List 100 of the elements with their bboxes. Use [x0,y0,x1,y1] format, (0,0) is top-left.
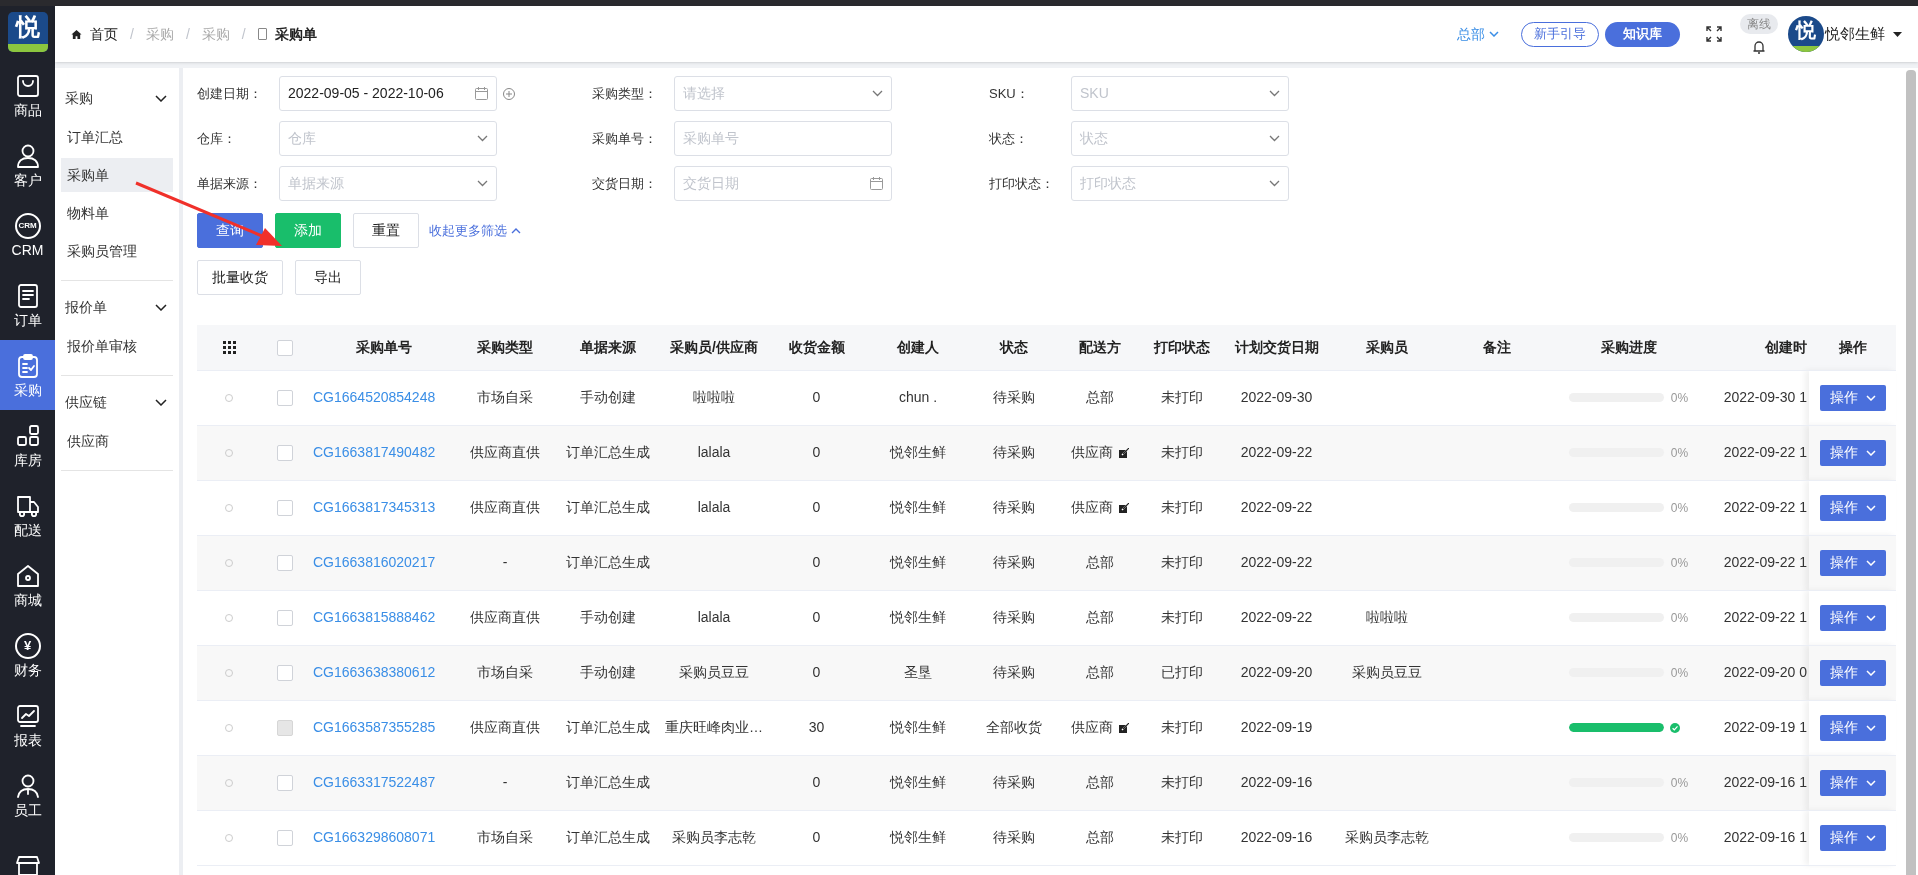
action-dropdown-button[interactable]: 操作 [1819,769,1886,796]
table-cell: 2022-09-19 1 [1723,719,1807,735]
breadcrumb-link[interactable]: 采购 [145,23,174,45]
date-range-field[interactable]: 2022-09-05 - 2022-10-06 [279,76,497,111]
nav-item[interactable]: CRM CRM [0,200,55,270]
table-cell: 2022-09-22 [1224,590,1329,645]
menu-item[interactable]: 采购单 [61,158,173,192]
checkbox[interactable] [277,390,293,407]
chevron-down-icon [1269,180,1280,187]
nav-item[interactable]: 报表 [0,690,55,760]
fullscreen-icon[interactable] [1706,26,1722,42]
column-header: 收货金额 [764,325,869,370]
nav-item[interactable]: 订单 [0,270,55,340]
breadcrumb-link[interactable]: 采购 [201,23,230,45]
chevron-down-icon [1865,779,1876,786]
action-dropdown-button[interactable]: 操作 [1819,549,1886,576]
action-dropdown-button[interactable]: 操作 [1819,824,1886,851]
checkbox[interactable] [277,500,293,517]
filter-label: 打印状态： [989,174,1055,193]
action-button[interactable]: 批量收货 [197,260,283,295]
table-cell: 圣垦 [869,645,967,700]
table-cell: 2022-09-22 [1224,535,1329,590]
nav-item[interactable]: 客户 [0,130,55,200]
table-cell-text: 总部 [1086,663,1114,682]
chevron-down-icon [1865,559,1876,566]
filter-label: 交货日期： [592,174,658,193]
chevron-down-icon [872,90,883,97]
order-link[interactable]: CG1663817345313 [313,499,436,515]
menu-item[interactable]: 订单汇总 [61,120,173,154]
yen-icon: ¥ [14,632,41,659]
filter-label: 单据来源： [197,174,263,193]
table-cell: 啦啦啦 [664,370,764,425]
store-icon [14,854,41,875]
order-link[interactable]: CG1663298608071 [313,829,436,845]
order-link[interactable]: CG1663638380612 [313,664,436,680]
progress-label: 0% [1669,554,1690,572]
collapse-filters-link[interactable]: 收起更多筛选 [429,220,521,241]
nav-item[interactable]: ¥ 财务 [0,620,55,690]
action-button[interactable]: 添加 [275,213,341,248]
edit-icon[interactable] [1119,447,1129,458]
menu-item[interactable]: 采购员管理 [61,234,173,268]
user-menu[interactable]: 悦邻生鲜 [1825,22,1902,46]
checkbox[interactable] [277,610,293,627]
knowledge-base-button[interactable]: 知识库 [1605,21,1680,47]
table-cell: 2022-09-22 [1224,480,1329,535]
table-cell: 已打印 [1139,645,1224,700]
chevron-down-icon [155,398,167,406]
org-dropdown[interactable]: 总部 [1457,23,1499,45]
menu-item[interactable]: 物料单 [61,196,173,230]
clipboard-icon [15,352,40,379]
table-cell: 未打印 [1139,590,1224,645]
checkbox[interactable] [277,830,293,847]
order-link[interactable]: CG1664520854248 [313,389,436,405]
checkbox[interactable] [277,555,293,572]
nav-item[interactable]: 配送 [0,480,55,550]
nav-item[interactable]: 采购 [0,340,55,410]
menu-group[interactable]: 供应链 [61,384,173,420]
table-cell: 订单汇总生成 [551,425,664,480]
table-cell: 市场自采 [459,645,551,700]
action-dropdown-button[interactable]: 操作 [1819,494,1886,521]
bell-icon[interactable] [1752,40,1766,54]
action-dropdown-button[interactable]: 操作 [1819,659,1886,686]
order-link[interactable]: CG1663815888462 [313,609,436,625]
chevron-down-icon [155,303,167,311]
checkbox[interactable] [277,445,293,462]
filter-label: 采购单号： [592,129,658,148]
table-cell: 订单汇总生成 [551,810,664,865]
breadcrumb-link[interactable]: 首页 [71,23,118,45]
nav-item[interactable]: 员工 [0,760,55,830]
menu-group[interactable]: 采购 [61,80,173,116]
edit-icon[interactable] [1119,502,1129,513]
action-button[interactable]: 导出 [295,260,361,295]
blocks-icon [14,422,41,449]
checkbox[interactable] [277,775,293,792]
action-button[interactable]: 重置 [353,213,419,248]
nav-item[interactable]: 商城 [0,550,55,620]
menu-group[interactable]: 报价单 [61,289,173,325]
order-link[interactable]: CG1663317522487 [313,774,436,790]
chevron-down-icon [1865,834,1876,841]
plus-circle-icon[interactable] [503,87,515,100]
nav-item[interactable]: 库房 [0,410,55,480]
table-cell: 待采购 [967,370,1061,425]
order-link[interactable]: CG1663816020217 [313,554,436,570]
table-cell: 待采购 [967,480,1061,535]
table-cell-text: 总部 [1086,608,1114,627]
person-icon [14,772,41,799]
action-dropdown-button[interactable]: 操作 [1819,604,1886,631]
grid-icon[interactable] [222,340,236,354]
order-link[interactable]: CG1663817490482 [313,444,436,460]
action-dropdown-button[interactable]: 操作 [1819,439,1886,466]
nav-item[interactable]: 商品 [0,60,55,130]
menu-item[interactable]: 报价单审核 [61,329,173,363]
table-cell: 待采购 [967,755,1061,810]
action-dropdown-button[interactable]: 操作 [1819,384,1886,411]
table-cell: 订单汇总生成 [551,700,664,755]
scrollbar[interactable] [1906,70,1916,875]
checkbox[interactable] [277,665,293,682]
checkbox[interactable] [277,340,293,357]
chevron-down-icon [155,94,167,102]
menu-item[interactable]: 供应商 [61,424,173,458]
